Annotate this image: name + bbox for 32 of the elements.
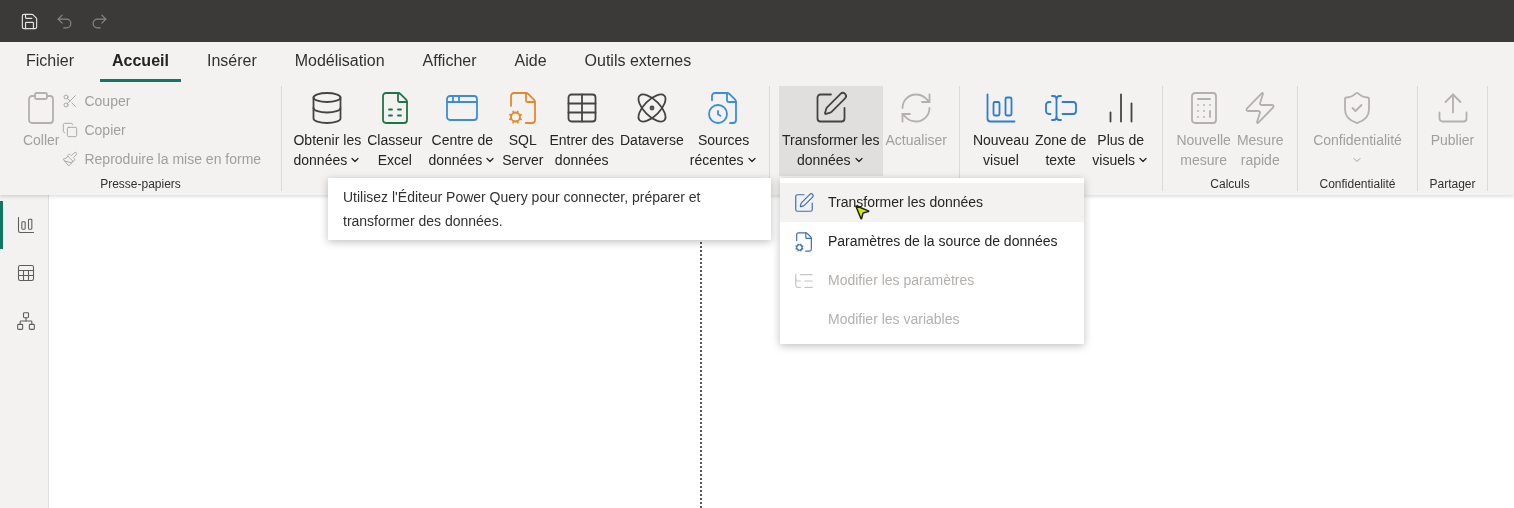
report-icon [15,215,36,235]
scissors-icon [62,93,79,109]
ribbon-button[interactable]: Zone de texte [1031,86,1090,176]
save-icon[interactable] [20,11,39,31]
ribbon-tab[interactable]: Modélisation [282,49,397,82]
ribbon-tab[interactable]: Outils externes [572,49,704,82]
model-icon [15,311,36,331]
group-label: Partager [1428,176,1477,192]
ribbon-button[interactable]: Classeur Excel [364,86,426,176]
ribbon-button[interactable]: Dataverse [617,86,687,176]
ribbon-button[interactable]: Nouveau visuel [969,86,1032,176]
copy-icon [62,122,79,138]
table-icon [15,263,36,283]
paintbrush-icon [62,151,79,167]
menu-item[interactable]: Transformer les données [780,183,1084,222]
ribbon-button[interactable]: Entrer des données [546,86,617,176]
ribbon-tab[interactable]: Aide [502,49,559,82]
ribbon-button[interactable]: Centre de données [425,86,500,176]
ribbon-button[interactable]: SQL Server [499,86,547,176]
ribbon-button[interactable]: Transformer les données [779,86,883,176]
group-label: Calculs [1209,176,1251,192]
ribbon-button[interactable]: Obtenir les données [290,86,365,176]
menu-item[interactable]: Paramètres de la source de données [780,222,1084,261]
ribbon-button[interactable]: Plus de visuels [1089,86,1153,176]
ribbon-tab[interactable]: Afficher [410,49,489,82]
group-label: Confidentialité [1318,176,1397,192]
group-label: Presse-papiers [99,176,182,192]
ribbon-tab[interactable]: Fichier [14,49,86,82]
ribbon-button[interactable]: Sources récentes [686,86,761,176]
ribbon-tab[interactable]: Insérer [194,49,269,82]
tooltip-text: Utilisez l'Éditeur Power Query pour connecter, préparer et transformer des données. [343,189,701,229]
file-gear-icon [793,230,815,253]
